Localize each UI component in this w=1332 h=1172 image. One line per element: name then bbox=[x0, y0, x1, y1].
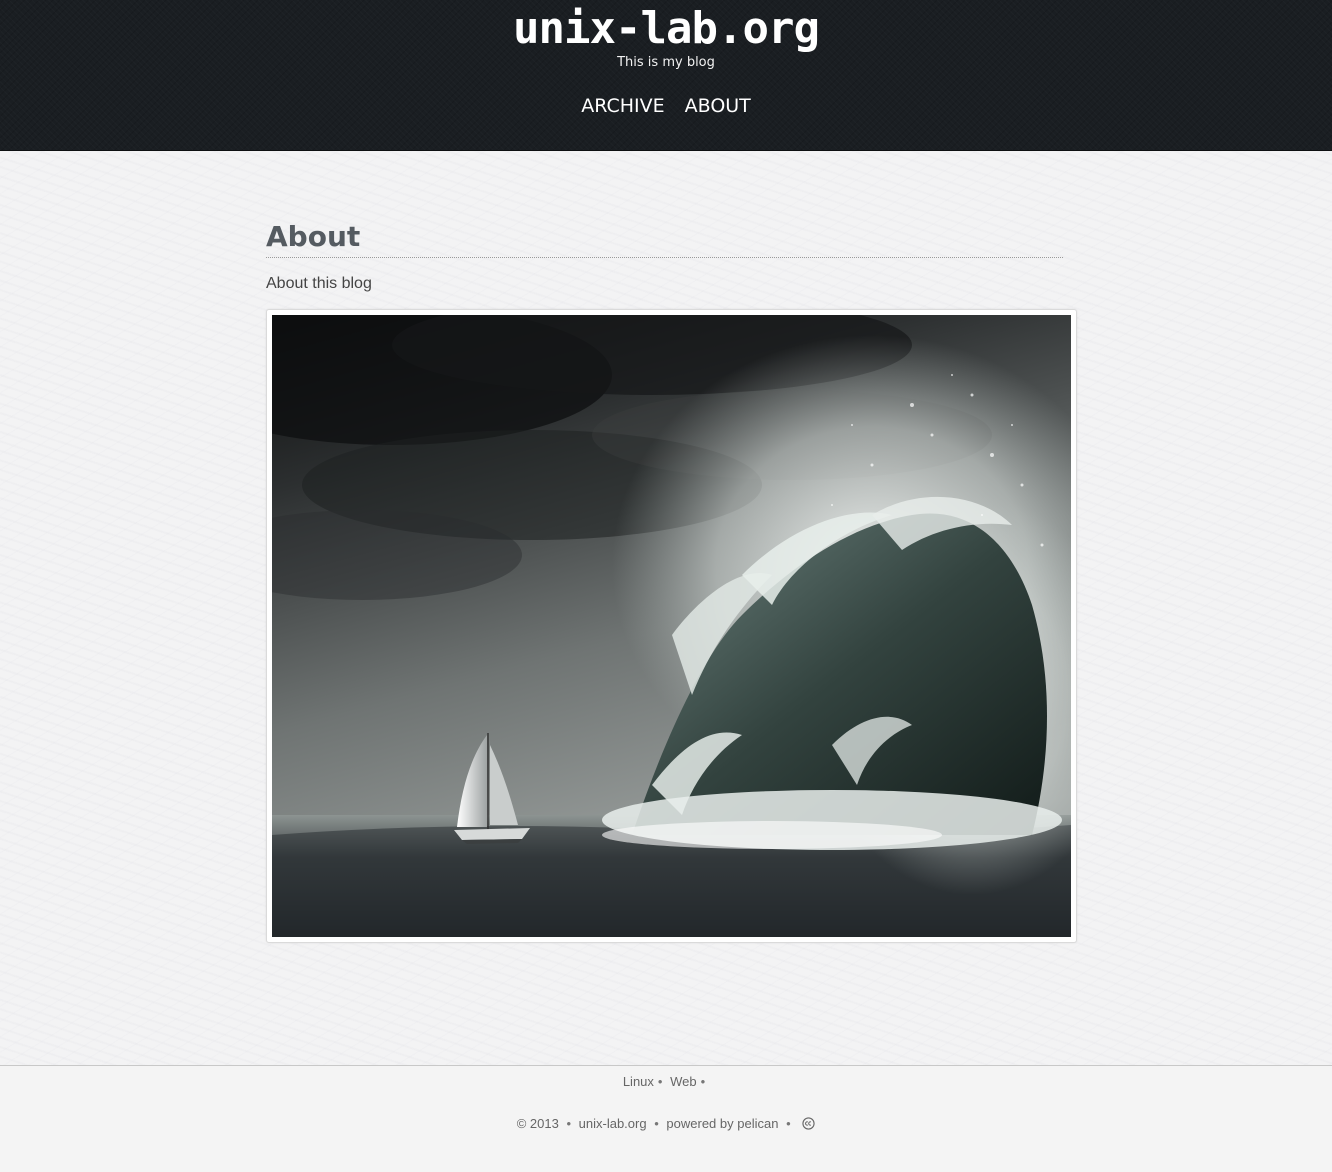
page-subtitle: About this blog bbox=[266, 275, 372, 292]
site-tagline: This is my blog bbox=[617, 55, 715, 70]
footer-copyright: © 2013 • unix-lab.org • powered by pelic… bbox=[0, 1116, 1332, 1134]
main-nav: ARCHIVE ABOUT bbox=[0, 92, 1332, 120]
copyright-text: © 2013 bbox=[516, 1116, 559, 1131]
tag-separator: • bbox=[657, 1074, 663, 1089]
site-header: unix-lab.org This is my blog ARCHIVE ABO… bbox=[0, 0, 1332, 151]
page-title: About bbox=[266, 218, 1063, 258]
nav-archive-link[interactable]: ARCHIVE bbox=[581, 92, 664, 120]
footer-tag-list: Linux • Web • bbox=[0, 1074, 1332, 1090]
site-logo[interactable]: unix-lab.org bbox=[0, 4, 1332, 54]
footer-separator: • bbox=[654, 1116, 659, 1131]
tag-link-web[interactable]: Web bbox=[670, 1074, 697, 1089]
hero-image bbox=[272, 315, 1071, 937]
hero-image-frame bbox=[266, 309, 1077, 943]
footer-separator: • bbox=[566, 1116, 572, 1131]
site-footer: Linux • Web • © 2013 • unix-lab.org • powe… bbox=[0, 1065, 1332, 1172]
tag-separator: • bbox=[700, 1074, 706, 1089]
tag-link-linux[interactable]: Linux bbox=[623, 1074, 654, 1089]
site-link[interactable]: unix-lab.org bbox=[579, 1116, 647, 1131]
pelican-link[interactable]: pelican bbox=[737, 1116, 778, 1131]
powered-by-text: powered by bbox=[666, 1116, 734, 1131]
footer-separator: • bbox=[786, 1116, 791, 1131]
creative-commons-icon[interactable] bbox=[802, 1117, 815, 1134]
nav-about-link[interactable]: ABOUT bbox=[685, 92, 751, 120]
